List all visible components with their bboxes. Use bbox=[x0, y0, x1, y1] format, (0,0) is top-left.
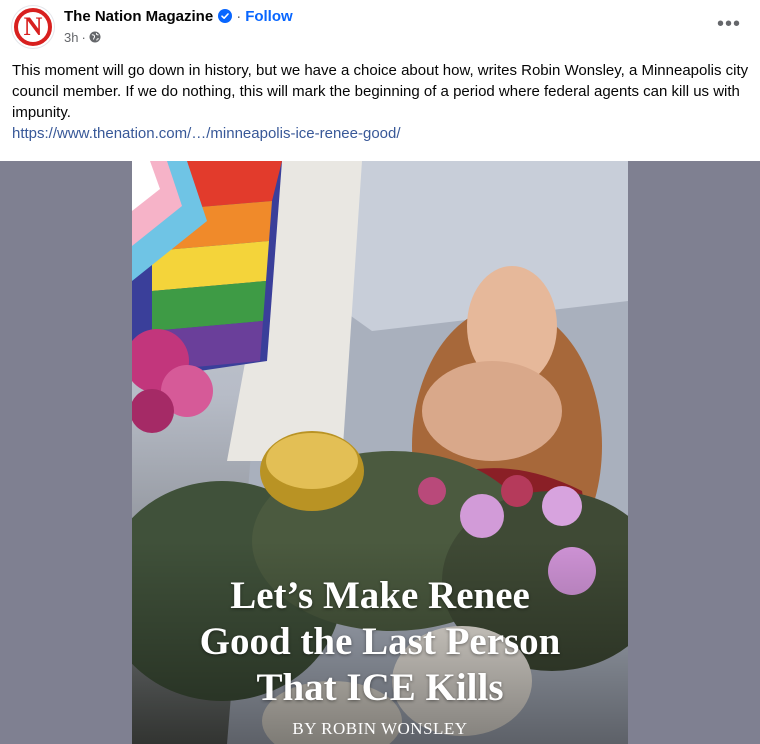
page-name-link[interactable]: The Nation Magazine bbox=[64, 8, 213, 25]
headline-line: Let’s Make Renee bbox=[230, 574, 530, 617]
more-options-icon[interactable]: ••• bbox=[716, 13, 742, 35]
post-meta: 3h · bbox=[64, 29, 101, 45]
avatar-letter: N bbox=[23, 12, 43, 41]
meta-separator: · bbox=[81, 29, 86, 45]
verified-badge-icon bbox=[218, 9, 233, 23]
avatar-logo: N bbox=[18, 12, 48, 42]
headline-line: Good the Last Person bbox=[199, 620, 561, 663]
name-row: The Nation Magazine · Follow bbox=[64, 6, 293, 26]
article-headline: Let’s Make Renee Good the Last Person Th… bbox=[132, 573, 628, 711]
post-timestamp[interactable]: 3h bbox=[64, 30, 78, 45]
caption-text: This moment will go down in history, but… bbox=[12, 62, 749, 121]
separator-dot: · bbox=[236, 7, 242, 25]
globe-icon[interactable] bbox=[89, 31, 101, 43]
post-caption: This moment will go down in history, but… bbox=[12, 60, 752, 144]
article-photo[interactable]: Let’s Make Renee Good the Last Person Th… bbox=[132, 161, 628, 744]
headline-line: That ICE Kills bbox=[256, 666, 504, 709]
post-media[interactable]: Let’s Make Renee Good the Last Person Th… bbox=[0, 161, 760, 744]
article-link[interactable]: https://www.thenation.com/…/minneapolis-… bbox=[12, 123, 752, 144]
follow-button[interactable]: Follow bbox=[245, 8, 293, 25]
page-avatar[interactable]: N bbox=[12, 6, 54, 48]
post-header: N The Nation Magazine · Follow 3h · ••• bbox=[0, 0, 760, 56]
article-byline: BY ROBIN WONSLEY bbox=[292, 719, 468, 738]
